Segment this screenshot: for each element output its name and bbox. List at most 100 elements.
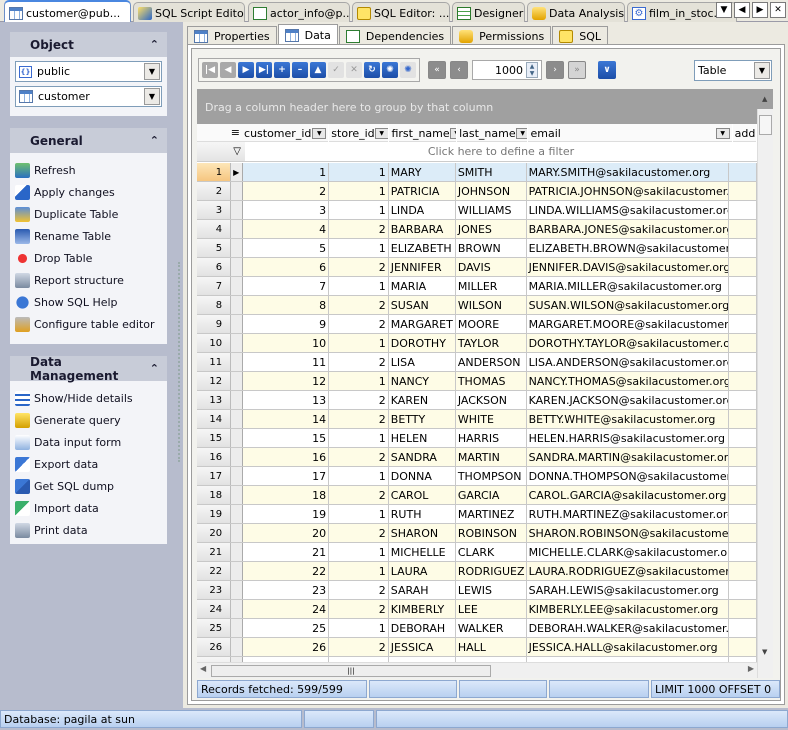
scroll-up-icon[interactable]: ▲ — [762, 95, 767, 103]
cell-customer-id[interactable]: 9 — [243, 315, 330, 333]
last-record-icon[interactable]: ▶| — [256, 62, 272, 78]
cell-customer-id[interactable]: 2 — [242, 182, 330, 200]
cell-last-name[interactable]: MARTIN — [455, 448, 527, 466]
cell-address[interactable] — [728, 448, 757, 466]
panel-item-show-hide-details[interactable]: Show/Hide details — [15, 387, 167, 409]
cell-last-name[interactable]: WHITE — [455, 410, 527, 428]
column-header-add[interactable]: add — [733, 124, 758, 142]
cell-email[interactable]: NANCY.THOMAS@sakilacustomer.org — [526, 372, 729, 390]
panel-item-rename-table[interactable]: Rename Table — [15, 225, 167, 247]
cell-last-name[interactable]: JONES — [455, 220, 527, 238]
prior-record-icon[interactable]: ◀ — [220, 62, 236, 78]
panel-item-import-data[interactable]: Import data — [15, 497, 167, 519]
cell-first-name[interactable]: LAURA — [388, 562, 456, 580]
cell-customer-id[interactable]: 7 — [243, 277, 330, 295]
cell-address[interactable] — [728, 600, 757, 618]
cell-address[interactable] — [728, 486, 757, 504]
scroll-tabs-left-icon[interactable]: ◀ — [734, 2, 750, 18]
panel-splitter[interactable] — [178, 262, 182, 462]
cell-email[interactable]: JENNIFER.DAVIS@sakilacustomer.org — [526, 258, 729, 276]
panel-item-duplicate-table[interactable]: Duplicate Table — [15, 203, 167, 225]
cell-last-name[interactable]: CLARK — [456, 543, 527, 561]
column-customize-icon[interactable]: ≡ — [197, 124, 242, 141]
cell-customer-id[interactable]: 14 — [242, 410, 330, 428]
cell-store-id[interactable]: 2 — [329, 638, 389, 656]
cell-first-name[interactable]: SUSAN — [388, 296, 456, 314]
doc-tab[interactable]: SQL Editor: ... — [352, 2, 450, 22]
cell-last-name[interactable]: SMITH — [455, 163, 527, 181]
object-panel-header[interactable]: Object ⌃ — [10, 32, 167, 57]
cell-store-id[interactable]: 2 — [329, 258, 389, 276]
cell-customer-id[interactable]: 12 — [242, 372, 330, 390]
cell-customer-id[interactable]: 4 — [242, 220, 330, 238]
cell-first-name[interactable]: MARY — [388, 163, 456, 181]
cell-store-id[interactable]: 2 — [329, 524, 389, 542]
cell-first-name[interactable]: BARBARA — [388, 220, 456, 238]
cell-email[interactable]: MARGARET.MOORE@sakilacustomer.org — [527, 315, 729, 333]
last-page-icon[interactable]: » — [568, 61, 586, 79]
column-header-email[interactable]: email ▼ — [528, 124, 733, 142]
row-number[interactable]: 7 — [197, 277, 232, 295]
table-row[interactable]: 16 16 2 SANDRA MARTIN SANDRA.MARTIN@sakilacus… — [197, 448, 757, 467]
cell-customer-id[interactable]: 23 — [243, 581, 330, 599]
cell-email[interactable]: MARY.SMITH@sakilacustomer.org — [526, 163, 729, 181]
filter-hint[interactable]: Click here to define a filter — [245, 142, 757, 161]
row-number[interactable]: 6 — [197, 258, 232, 276]
cell-email[interactable]: SUSAN.WILSON@sakilacustomer.org — [526, 296, 729, 314]
doc-tab[interactable]: customer@pub... — [4, 0, 131, 23]
row-number[interactable]: 24 — [197, 600, 232, 618]
cell-email[interactable]: SHARON.ROBINSON@sakilacustomer.org — [526, 524, 729, 542]
cell-first-name[interactable]: DEBORAH — [389, 619, 456, 637]
cell-customer-id[interactable]: 17 — [243, 467, 330, 485]
view-mode-select[interactable]: Table ▼ — [694, 60, 772, 81]
cell-customer-id[interactable]: 19 — [243, 505, 330, 523]
tab-sql[interactable]: SQL — [552, 26, 608, 46]
column-header-customer-id[interactable]: customer_id ▼ — [242, 124, 330, 142]
cell-customer-id[interactable]: 26 — [242, 638, 330, 656]
cell-customer-id[interactable]: 22 — [242, 562, 330, 580]
cell-store-id[interactable]: 1 — [329, 334, 389, 352]
horizontal-scrollbar[interactable]: ◀ ||| ▶ — [197, 662, 757, 678]
panel-item-data-input-form[interactable]: Data input form — [15, 431, 167, 453]
row-number[interactable]: 22 — [197, 562, 232, 580]
panel-item-export-data[interactable]: Export data — [15, 453, 167, 475]
cell-first-name[interactable]: DONNA — [389, 467, 456, 485]
cell-email[interactable]: DONNA.THOMPSON@sakilacustomer.org — [527, 467, 729, 485]
cell-address[interactable] — [729, 391, 757, 409]
cell-customer-id[interactable]: 3 — [243, 201, 330, 219]
cell-last-name[interactable]: HALL — [455, 638, 527, 656]
cell-store-id[interactable]: 2 — [329, 486, 389, 504]
cell-first-name[interactable]: SANDRA — [388, 448, 456, 466]
cell-last-name[interactable]: THOMPSON — [456, 467, 527, 485]
cell-last-name[interactable]: ROBINSON — [455, 524, 527, 542]
table-row[interactable]: 26 26 2 JESSICA HALL JESSICA.HALL@sakilacusto… — [197, 638, 757, 657]
cell-first-name[interactable]: CAROL — [388, 486, 456, 504]
column-filter-dropdown-icon[interactable]: ▼ — [515, 127, 528, 139]
cell-last-name[interactable]: THOMAS — [455, 372, 527, 390]
cell-customer-id[interactable]: 10 — [242, 334, 330, 352]
cell-customer-id[interactable]: 5 — [243, 239, 330, 257]
cell-email[interactable]: LISA.ANDERSON@sakilacustomer.org — [527, 353, 729, 371]
cell-customer-id[interactable]: 16 — [242, 448, 330, 466]
insert-record-icon[interactable]: + — [274, 62, 290, 78]
doc-tab[interactable]: Designer — [452, 2, 525, 22]
column-filter-dropdown-icon[interactable]: ▼ — [312, 127, 327, 139]
table-row[interactable]: 24 24 2 KIMBERLY LEE KIMBERLY.LEE@sakilacusto… — [197, 600, 757, 619]
edit-record-icon[interactable]: ▲ — [310, 62, 326, 78]
row-number[interactable]: 12 — [197, 372, 232, 390]
cell-customer-id[interactable]: 18 — [242, 486, 330, 504]
first-page-icon[interactable]: « — [428, 61, 446, 79]
table-row[interactable]: 14 14 2 BETTY WHITE BETTY.WHITE@sakilacustome… — [197, 410, 757, 429]
cell-email[interactable]: PATRICIA.JOHNSON@sakilacustomer.org — [526, 182, 729, 200]
tab-list-icon[interactable]: ▼ — [716, 2, 732, 18]
first-record-icon[interactable]: |◀ — [202, 62, 218, 78]
row-number[interactable]: 21 — [197, 543, 232, 561]
table-row[interactable]: 1 ▶ 1 1 MARY SMITH MARY.SMITH@sakilacustomer.o… — [197, 163, 757, 182]
cell-store-id[interactable]: 1 — [329, 543, 389, 561]
cell-store-id[interactable]: 1 — [329, 163, 389, 181]
refresh-records-icon[interactable]: ↻ — [364, 62, 380, 78]
panel-item-print-data[interactable]: Print data — [15, 519, 167, 541]
cell-email[interactable]: HELEN.HARRIS@sakilacustomer.org — [527, 429, 729, 447]
set-bookmark-icon[interactable]: ✺ — [382, 62, 398, 78]
cell-last-name[interactable]: WILSON — [455, 296, 527, 314]
